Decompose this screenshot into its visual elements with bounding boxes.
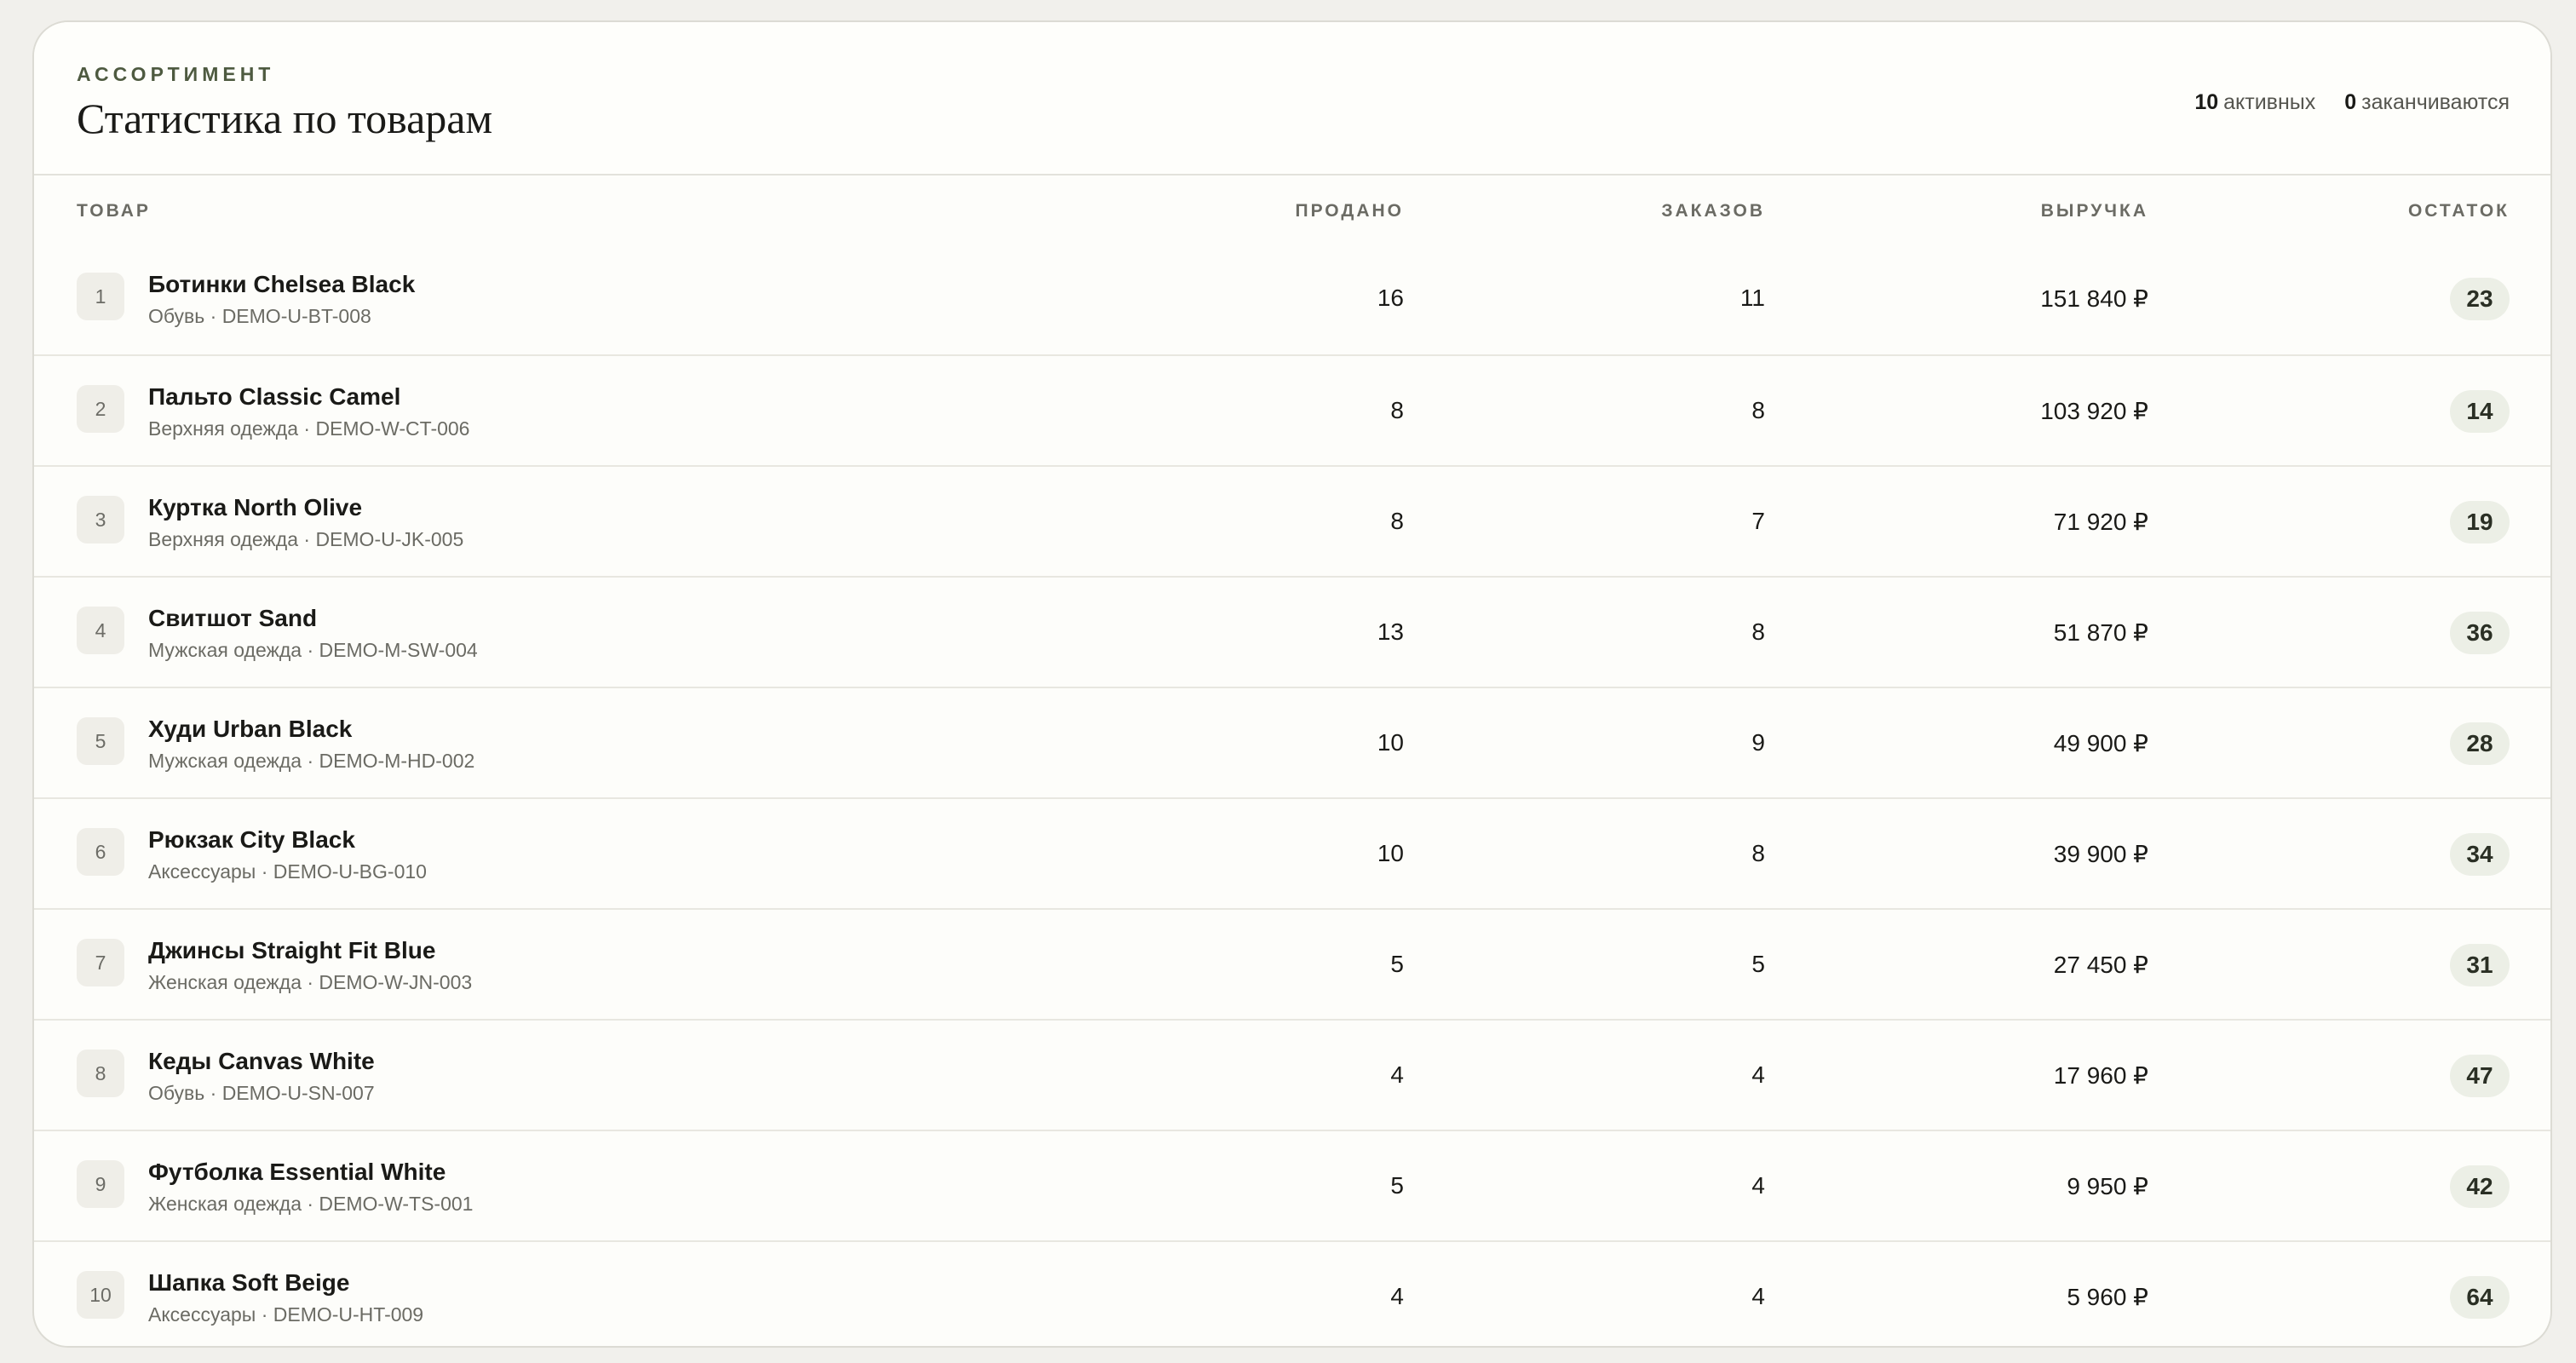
product-name[interactable]: Джинсы Straight Fit Blue bbox=[148, 937, 435, 964]
low-label: заканчиваются bbox=[2361, 90, 2510, 114]
active-count: 10 bbox=[2194, 90, 2219, 114]
product-name[interactable]: Футболка Essential White bbox=[148, 1159, 446, 1186]
revenue-value: 17 960 ₽ bbox=[2053, 1062, 2148, 1089]
stock-badge: 42 bbox=[2450, 1165, 2510, 1208]
revenue-value: 103 920 ₽ bbox=[2040, 398, 2148, 424]
column-header-stock[interactable]: ОСТАТОК bbox=[2408, 201, 2510, 221]
stock-badge: 23 bbox=[2450, 278, 2510, 320]
product-meta: Обувь · DEMO-U-BT-008 bbox=[148, 305, 371, 327]
table-row[interactable]: 9 Футболка Essential White Женская одежда … bbox=[34, 1130, 2550, 1240]
table-row[interactable]: 8 Кеды Canvas White Обувь · DEMO-U-SN-007 4… bbox=[34, 1019, 2550, 1130]
orders-value: 4 bbox=[1751, 1283, 1765, 1309]
revenue-value: 9 950 ₽ bbox=[2067, 1173, 2148, 1199]
product-name[interactable]: Куртка North Olive bbox=[148, 494, 362, 521]
stock-badge: 34 bbox=[2450, 833, 2510, 876]
sold-value: 4 bbox=[1390, 1283, 1404, 1309]
column-header-product[interactable]: ТОВАР bbox=[77, 201, 151, 221]
product-meta: Верхняя одежда · DEMO-U-JK-005 bbox=[148, 528, 464, 550]
product-meta: Мужская одежда · DEMO-M-SW-004 bbox=[148, 639, 478, 661]
table-row[interactable]: 6 Рюкзак City Black Аксессуары · DEMO-U-BG… bbox=[34, 797, 2550, 908]
orders-value: 4 bbox=[1751, 1172, 1765, 1199]
sold-value: 10 bbox=[1377, 729, 1404, 756]
column-header-sold[interactable]: ПРОДАНО bbox=[1295, 201, 1404, 221]
revenue-value: 71 920 ₽ bbox=[2053, 509, 2148, 535]
revenue-value: 27 450 ₽ bbox=[2053, 952, 2148, 978]
sold-value: 13 bbox=[1377, 618, 1404, 645]
product-meta: Мужская одежда · DEMO-M-HD-002 bbox=[148, 750, 475, 772]
product-meta: Верхняя одежда · DEMO-W-CT-006 bbox=[148, 417, 470, 440]
table-row[interactable]: 5 Худи Urban Black Мужская одежда · DEMO-M… bbox=[34, 687, 2550, 797]
card-header: АССОРТИМЕНТ Статистика по товарам 10 акти… bbox=[34, 22, 2550, 175]
rank-badge: 8 bbox=[77, 1050, 124, 1097]
stock-badge: 47 bbox=[2450, 1055, 2510, 1097]
table-header: ТОВАР ПРОДАНО ЗАКАЗОВ ВЫРУЧКА ОСТАТОК bbox=[34, 175, 2550, 244]
product-name[interactable]: Свитшот Sand bbox=[148, 605, 317, 632]
product-name[interactable]: Рюкзак City Black bbox=[148, 826, 355, 854]
rank-badge: 5 bbox=[77, 717, 124, 765]
rank-badge: 3 bbox=[77, 496, 124, 543]
sold-value: 4 bbox=[1390, 1061, 1404, 1088]
table-row[interactable]: 10 Шапка Soft Beige Аксессуары · DEMO-U-HT… bbox=[34, 1240, 2550, 1346]
rank-badge: 4 bbox=[77, 607, 124, 654]
rank-badge: 10 bbox=[77, 1271, 124, 1319]
revenue-value: 5 960 ₽ bbox=[2067, 1284, 2148, 1310]
table-row[interactable]: 1 Ботинки Chelsea Black Обувь · DEMO-U-BT-… bbox=[34, 244, 2550, 354]
orders-value: 8 bbox=[1751, 840, 1765, 866]
orders-value: 9 bbox=[1751, 729, 1765, 756]
stock-badge: 64 bbox=[2450, 1276, 2510, 1319]
page-title: Статистика по товарам bbox=[77, 95, 493, 142]
product-meta: Обувь · DEMO-U-SN-007 bbox=[148, 1082, 375, 1104]
section-eyebrow: АССОРТИМЕНТ bbox=[77, 63, 275, 85]
sold-value: 8 bbox=[1390, 397, 1404, 423]
summary-stats: 10 активных 0 заканчиваются bbox=[2194, 90, 2510, 115]
product-meta: Аксессуары · DEMO-U-BG-010 bbox=[148, 860, 427, 883]
table-row[interactable]: 2 Пальто Classic Camel Верхняя одежда · DE… bbox=[34, 354, 2550, 465]
rank-badge: 7 bbox=[77, 939, 124, 986]
orders-value: 5 bbox=[1751, 951, 1765, 977]
revenue-value: 151 840 ₽ bbox=[2040, 285, 2148, 312]
product-name[interactable]: Ботинки Chelsea Black bbox=[148, 271, 415, 298]
product-meta: Женская одежда · DEMO-W-TS-001 bbox=[148, 1193, 474, 1215]
table-body: 1 Ботинки Chelsea Black Обувь · DEMO-U-BT-… bbox=[34, 244, 2550, 1346]
low-stock-stat: 0 заканчиваются bbox=[2344, 90, 2510, 115]
revenue-value: 39 900 ₽ bbox=[2053, 841, 2148, 867]
table-row[interactable]: 3 Куртка North Olive Верхняя одежда · DEMO… bbox=[34, 465, 2550, 576]
product-meta: Аксессуары · DEMO-U-HT-009 bbox=[148, 1303, 424, 1326]
revenue-value: 51 870 ₽ bbox=[2053, 619, 2148, 646]
orders-value: 8 bbox=[1751, 397, 1765, 423]
sold-value: 5 bbox=[1390, 1172, 1404, 1199]
sold-value: 16 bbox=[1377, 285, 1404, 311]
low-count: 0 bbox=[2344, 90, 2357, 114]
sold-value: 5 bbox=[1390, 951, 1404, 977]
product-name[interactable]: Кеды Canvas White bbox=[148, 1048, 375, 1075]
stock-badge: 28 bbox=[2450, 722, 2510, 765]
orders-value: 4 bbox=[1751, 1061, 1765, 1088]
rank-badge: 1 bbox=[77, 273, 124, 320]
table-row[interactable]: 7 Джинсы Straight Fit Blue Женская одежда … bbox=[34, 908, 2550, 1019]
sold-value: 8 bbox=[1390, 508, 1404, 534]
column-header-orders[interactable]: ЗАКАЗОВ bbox=[1661, 201, 1765, 221]
orders-value: 11 bbox=[1739, 285, 1765, 311]
rank-badge: 2 bbox=[77, 385, 124, 433]
revenue-value: 49 900 ₽ bbox=[2053, 730, 2148, 756]
orders-value: 7 bbox=[1751, 508, 1765, 534]
table-row[interactable]: 4 Свитшот Sand Мужская одежда · DEMO-M-SW-… bbox=[34, 576, 2550, 687]
column-header-revenue[interactable]: ВЫРУЧКА bbox=[2041, 201, 2148, 221]
sold-value: 10 bbox=[1377, 840, 1404, 866]
orders-value: 8 bbox=[1751, 618, 1765, 645]
active-label: активных bbox=[2223, 90, 2316, 114]
stock-badge: 31 bbox=[2450, 944, 2510, 986]
product-name[interactable]: Худи Urban Black bbox=[148, 716, 352, 743]
rank-badge: 9 bbox=[77, 1160, 124, 1208]
rank-badge: 6 bbox=[77, 828, 124, 876]
product-meta: Женская одежда · DEMO-W-JN-003 bbox=[148, 971, 473, 993]
active-stat: 10 активных bbox=[2194, 90, 2315, 115]
product-name[interactable]: Пальто Classic Camel bbox=[148, 383, 400, 411]
product-name[interactable]: Шапка Soft Beige bbox=[148, 1269, 349, 1297]
product-stats-card: АССОРТИМЕНТ Статистика по товарам 10 акти… bbox=[32, 20, 2552, 1348]
stock-badge: 19 bbox=[2450, 501, 2510, 543]
stock-badge: 36 bbox=[2450, 612, 2510, 654]
stock-badge: 14 bbox=[2450, 390, 2510, 433]
